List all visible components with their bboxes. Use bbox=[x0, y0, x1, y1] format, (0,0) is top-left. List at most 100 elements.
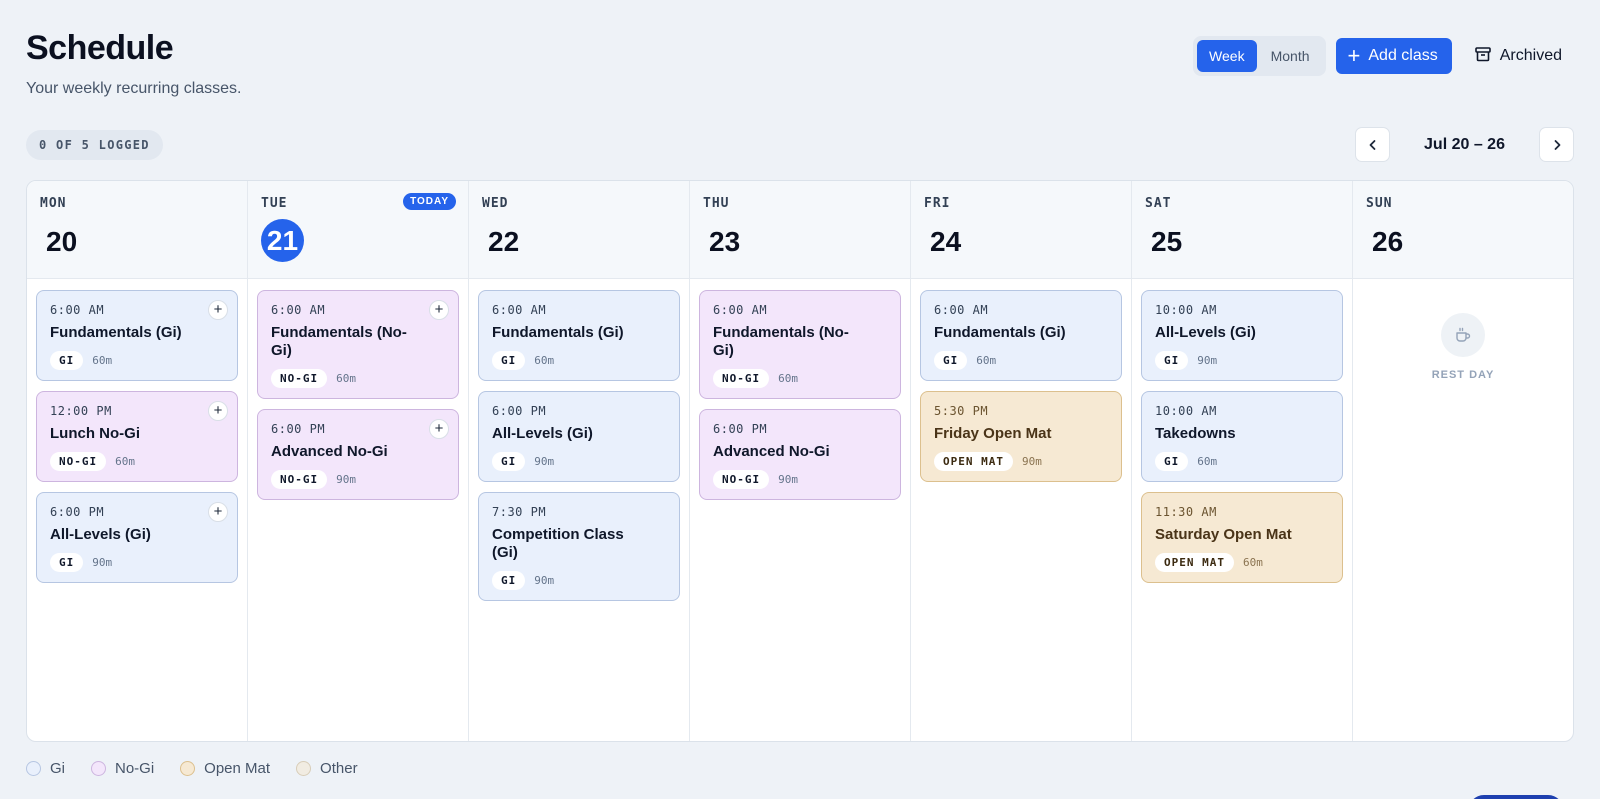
class-card[interactable]: 10:00 AM Takedowns GI 60m bbox=[1141, 391, 1343, 482]
top-actions: Week Month + Add class Archived bbox=[1193, 36, 1574, 76]
class-card[interactable]: 6:00 PM All-Levels (Gi) GI 90m bbox=[478, 391, 680, 482]
class-title: Fundamentals (Gi) bbox=[50, 324, 182, 341]
class-card[interactable]: 6:00 PM Advanced No-Gi NO-GI 90m + bbox=[257, 409, 459, 500]
class-type-tag: NO-GI bbox=[271, 470, 328, 489]
log-class-button[interactable]: + bbox=[208, 502, 228, 522]
day-number-today: 21 bbox=[261, 219, 304, 262]
class-title: Takedowns bbox=[1155, 425, 1236, 442]
day-number: 22 bbox=[488, 226, 520, 257]
day-header: WED 22 bbox=[469, 181, 689, 279]
logged-status-badge: 0 OF 5 LOGGED bbox=[26, 130, 163, 160]
plus-icon: + bbox=[213, 503, 223, 520]
day-body: 6:00 AM Fundamentals (Gi) GI 60m + 12:00… bbox=[27, 279, 247, 583]
class-time: 6:00 PM bbox=[492, 404, 547, 418]
legend-swatch bbox=[26, 761, 41, 776]
class-card[interactable]: 6:00 AM Fundamentals (No-Gi) NO-GI 60m + bbox=[257, 290, 459, 399]
class-card[interactable]: 6:00 PM Advanced No-Gi NO-GI 90m bbox=[699, 409, 901, 500]
class-time: 6:00 PM bbox=[713, 422, 768, 436]
chevron-right-icon bbox=[1554, 139, 1560, 150]
class-title: Fundamentals (Gi) bbox=[934, 324, 1066, 341]
class-time: 7:30 PM bbox=[492, 505, 547, 519]
class-card[interactable]: 11:30 AM Saturday Open Mat OPEN MAT 60m bbox=[1141, 492, 1343, 583]
class-meta: GI 90m bbox=[492, 452, 666, 471]
class-card[interactable]: 6:00 PM All-Levels (Gi) GI 90m + bbox=[36, 492, 238, 583]
legend-swatch bbox=[296, 761, 312, 776]
class-type-tag: GI bbox=[492, 351, 526, 370]
plus-icon: + bbox=[1347, 43, 1361, 68]
class-title: All-Levels (Gi) bbox=[1155, 324, 1256, 341]
day-column-thu: THU 23 6:00 AM Fundamentals (No-Gi) NO-G… bbox=[690, 181, 911, 741]
class-meta: NO-GI 90m bbox=[713, 470, 887, 489]
page-subtitle: Your weekly recurring classes. bbox=[26, 80, 242, 97]
class-meta: NO-GI 90m bbox=[271, 470, 445, 489]
week-range-label: Jul 20 – 26 bbox=[1424, 135, 1505, 153]
legend-label: No-Gi bbox=[115, 760, 155, 777]
class-duration: 90m bbox=[534, 455, 555, 468]
class-meta: OPEN MAT 60m bbox=[1155, 553, 1329, 572]
class-card[interactable]: 6:00 AM Fundamentals (Gi) GI 60m + bbox=[36, 290, 238, 381]
class-meta: GI 60m bbox=[50, 351, 224, 370]
legend-item-nogi: No-Gi bbox=[91, 760, 154, 777]
plus-icon: + bbox=[213, 301, 223, 318]
class-type-tag: NO-GI bbox=[271, 369, 328, 388]
plus-icon: + bbox=[434, 301, 444, 318]
class-meta: GI 90m bbox=[492, 571, 666, 590]
class-time: 10:00 AM bbox=[1155, 404, 1217, 418]
class-duration: 60m bbox=[336, 372, 356, 385]
class-meta: NO-GI 60m bbox=[713, 369, 887, 388]
day-body: 10:00 AM All-Levels (Gi) GI 90m 10:00 AM… bbox=[1132, 279, 1352, 583]
month-view-button[interactable]: Month bbox=[1259, 40, 1322, 72]
today-badge: TODAY bbox=[403, 193, 456, 210]
week-calendar: MON 20 6:00 AM Fundamentals (Gi) GI 60m … bbox=[26, 180, 1574, 742]
class-meta: NO-GI 60m bbox=[271, 369, 445, 388]
day-number: 24 bbox=[930, 226, 962, 257]
day-name: MON bbox=[40, 196, 67, 211]
class-type-tag: NO-GI bbox=[50, 452, 107, 471]
class-type-tag: OPEN MAT bbox=[1155, 553, 1234, 572]
legend-label: Other bbox=[320, 760, 358, 777]
log-class-button[interactable]: + bbox=[429, 300, 449, 320]
add-class-button[interactable]: + Add class bbox=[1335, 38, 1452, 74]
rest-day: REST DAY bbox=[1353, 279, 1573, 381]
prev-week-button[interactable] bbox=[1355, 127, 1390, 162]
legend-item-other: Other bbox=[296, 760, 358, 777]
view-toggle: Week Month bbox=[1193, 36, 1326, 76]
day-column-sun: SUN 26 REST DAY bbox=[1353, 181, 1573, 741]
legend-label: Gi bbox=[50, 760, 65, 777]
add-class-label: Add class bbox=[1368, 47, 1438, 64]
class-card[interactable]: 6:00 AM Fundamentals (Gi) GI 60m bbox=[478, 290, 680, 381]
log-class-button[interactable]: + bbox=[429, 419, 449, 439]
archived-button[interactable]: Archived bbox=[1462, 38, 1574, 74]
day-header: FRI 24 bbox=[911, 181, 1131, 279]
class-card[interactable]: 10:00 AM All-Levels (Gi) GI 90m bbox=[1141, 290, 1343, 381]
class-duration: 60m bbox=[115, 455, 135, 468]
day-name: THU bbox=[703, 196, 730, 211]
class-time: 6:00 AM bbox=[50, 303, 105, 317]
class-duration: 60m bbox=[1242, 556, 1263, 569]
coffee-cup-icon bbox=[1441, 313, 1485, 357]
class-type-legend: Gi No-Gi Open Mat Other bbox=[26, 760, 358, 777]
day-body: 6:00 AM Fundamentals (Gi) GI 60m 5:30 PM… bbox=[911, 279, 1131, 482]
class-meta: OPEN MAT 90m bbox=[934, 452, 1108, 471]
class-card[interactable]: 7:30 PM Competition Class (Gi) GI 90m bbox=[478, 492, 680, 601]
week-view-button[interactable]: Week bbox=[1197, 40, 1257, 72]
class-meta: GI 60m bbox=[934, 351, 1108, 370]
class-title: All-Levels (Gi) bbox=[492, 425, 593, 442]
class-card[interactable]: 5:30 PM Friday Open Mat OPEN MAT 90m bbox=[920, 391, 1122, 482]
class-meta: GI 60m bbox=[492, 351, 666, 370]
log-class-button[interactable]: + bbox=[208, 300, 228, 320]
class-meta: GI 90m bbox=[50, 553, 224, 572]
class-card[interactable]: 6:00 AM Fundamentals (No-Gi) NO-GI 60m bbox=[699, 290, 901, 399]
class-type-tag: NO-GI bbox=[713, 369, 770, 388]
floating-action-button[interactable] bbox=[1468, 795, 1564, 799]
class-duration: 90m bbox=[1021, 455, 1042, 468]
log-class-button[interactable]: + bbox=[208, 401, 228, 421]
class-time: 6:00 AM bbox=[934, 303, 989, 317]
class-card[interactable]: 12:00 PM Lunch No-Gi NO-GI 60m + bbox=[36, 391, 238, 482]
class-duration: 60m bbox=[1197, 455, 1218, 468]
class-card[interactable]: 6:00 AM Fundamentals (Gi) GI 60m bbox=[920, 290, 1122, 381]
class-type-tag: NO-GI bbox=[713, 470, 770, 489]
class-time: 11:30 AM bbox=[1155, 505, 1217, 519]
next-week-button[interactable] bbox=[1539, 127, 1574, 162]
archive-box-icon bbox=[1474, 45, 1492, 68]
